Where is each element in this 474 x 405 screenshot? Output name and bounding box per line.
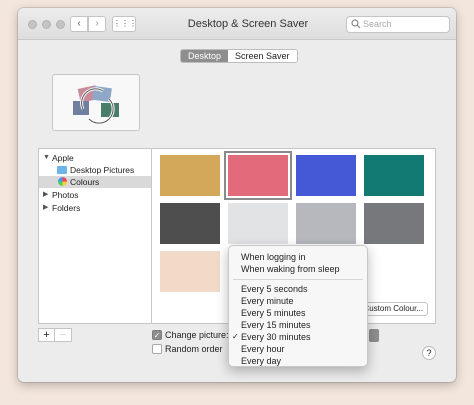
disclosure-triangle-icon[interactable]: ▶ — [43, 202, 48, 214]
menu-item-when-waking[interactable]: When waking from sleep — [229, 263, 367, 275]
show-all-button[interactable]: ⋮⋮⋮ — [112, 16, 137, 32]
change-picture-checkbox[interactable]: ✓ — [152, 330, 162, 340]
random-order-checkbox[interactable] — [152, 344, 162, 354]
remove-folder-button[interactable]: − — [55, 328, 72, 342]
sidebar-item-label: Colours — [70, 177, 100, 187]
folder-icon — [57, 166, 67, 174]
interval-popup-arrow-icon[interactable] — [369, 329, 379, 342]
window-title: Desktop & Screen Saver — [187, 18, 309, 30]
checkmark-icon: ✓ — [232, 332, 239, 341]
desktop-preview — [52, 74, 140, 131]
colour-swatch[interactable] — [160, 155, 220, 196]
custom-colour-button[interactable]: Custom Colour... — [360, 302, 428, 316]
help-button[interactable]: ? — [422, 346, 436, 360]
search-field[interactable]: Search — [346, 16, 450, 33]
menu-item-every-minute[interactable]: Every minute — [229, 295, 367, 307]
close-window-button[interactable] — [28, 20, 37, 29]
menu-item-when-logging-in[interactable]: When logging in — [229, 251, 367, 263]
rotating-pictures-icon — [73, 85, 119, 125]
sidebar-item-label: Apple — [52, 153, 74, 163]
colour-swatch[interactable] — [160, 203, 220, 244]
menu-item-label: Every 30 minutes — [241, 332, 311, 342]
sidebar-item-label: Photos — [52, 190, 79, 200]
sidebar-item-folders[interactable]: ▶ Folders — [39, 202, 151, 214]
colour-swatch[interactable] — [364, 203, 424, 244]
tab-screen-saver[interactable]: Screen Saver — [228, 50, 297, 62]
change-picture-label: Change picture: — [165, 330, 229, 340]
add-folder-button[interactable]: + — [38, 328, 55, 342]
sidebar-item-desktop-pictures[interactable]: Desktop Pictures — [39, 164, 151, 176]
minimize-window-button[interactable] — [42, 20, 51, 29]
search-placeholder: Search — [363, 19, 392, 29]
disclosure-triangle-icon[interactable]: ▶ — [43, 189, 48, 201]
disclosure-triangle-icon[interactable]: ▼ — [43, 152, 50, 164]
random-order-label: Random order — [165, 344, 223, 354]
sidebar-item-label: Folders — [52, 203, 81, 213]
colours-icon — [58, 177, 67, 186]
title-bar: ‹ › ⋮⋮⋮ Desktop & Screen Saver Search — [18, 8, 456, 40]
source-list: ▼ Apple Desktop Pictures Colours ▶ Photo… — [38, 148, 152, 324]
zoom-window-button[interactable] — [56, 20, 65, 29]
colour-swatch[interactable] — [228, 203, 288, 244]
add-remove-buttons: + − — [38, 328, 72, 342]
colour-swatch[interactable] — [296, 155, 356, 196]
menu-item-every-30-minutes[interactable]: ✓ Every 30 minutes — [229, 331, 367, 343]
sidebar-item-colours[interactable]: Colours — [39, 176, 151, 188]
menu-item-every-day[interactable]: Every day — [229, 355, 367, 367]
menu-item-every-15-minutes[interactable]: Every 15 minutes — [229, 319, 367, 331]
colour-swatch[interactable] — [296, 203, 356, 244]
colour-swatch[interactable] — [160, 251, 220, 292]
tab-bar: Desktop Screen Saver — [180, 49, 298, 63]
menu-item-every-5-seconds[interactable]: Every 5 seconds — [229, 283, 367, 295]
change-interval-menu: When logging in When waking from sleep E… — [228, 245, 368, 367]
colour-swatch[interactable] — [224, 151, 292, 200]
colour-swatch[interactable] — [364, 155, 424, 196]
menu-separator — [233, 279, 363, 280]
sidebar-item-apple[interactable]: ▼ Apple — [39, 152, 151, 164]
forward-button[interactable]: › — [88, 16, 106, 32]
menu-item-every-5-minutes[interactable]: Every 5 minutes — [229, 307, 367, 319]
search-icon — [351, 19, 361, 29]
tab-desktop[interactable]: Desktop — [181, 50, 229, 62]
sidebar-item-photos[interactable]: ▶ Photos — [39, 189, 151, 201]
sidebar-item-label: Desktop Pictures — [70, 165, 135, 175]
back-button[interactable]: ‹ — [70, 16, 88, 32]
menu-item-every-hour[interactable]: Every hour — [229, 343, 367, 355]
